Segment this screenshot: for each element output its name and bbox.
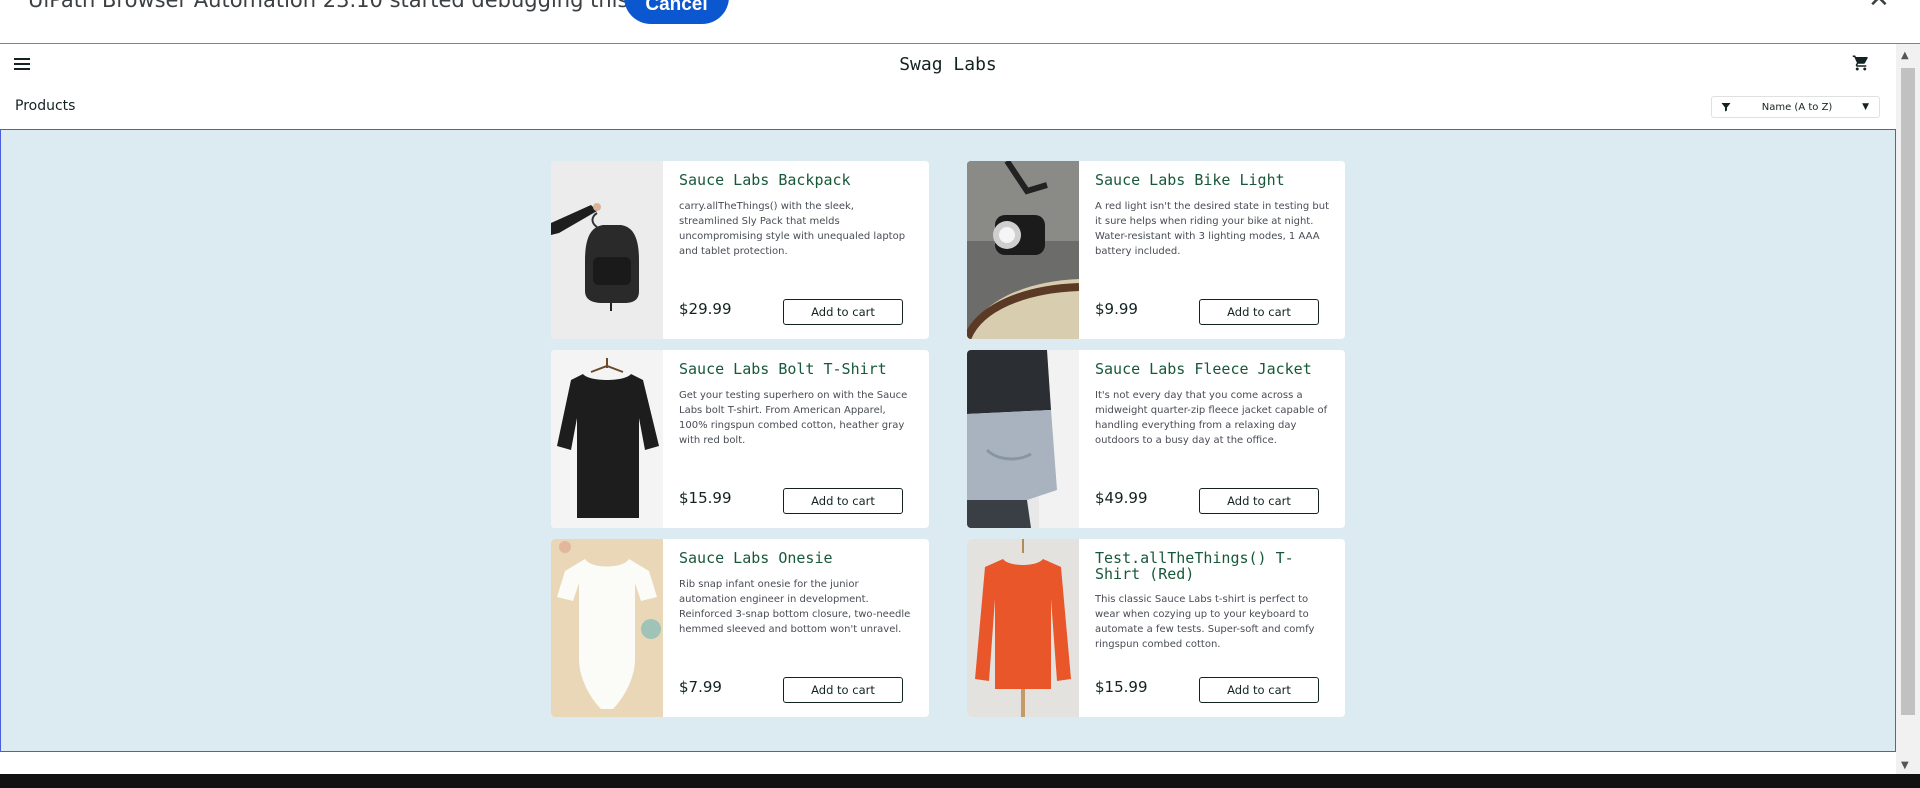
item-name-link[interactable]: Sauce Labs Fleece Jacket bbox=[1095, 361, 1331, 377]
inventory-item: Sauce Labs Bolt T-Shirt Get your testing… bbox=[551, 350, 929, 528]
backpack-product-image[interactable] bbox=[551, 161, 663, 339]
inventory-item: Sauce Labs Fleece Jacket It's not every … bbox=[967, 350, 1345, 528]
add-to-cart-button[interactable]: Add to cart bbox=[1199, 488, 1319, 514]
inventory-item: Sauce Labs Backpack carry.allTheThings()… bbox=[551, 161, 929, 339]
add-to-cart-button[interactable]: Add to cart bbox=[1199, 299, 1319, 325]
infobar-cancel-button[interactable]: Cancel bbox=[624, 0, 729, 24]
item-name-link[interactable]: Sauce Labs Bike Light bbox=[1095, 172, 1331, 188]
inventory-item: Test.allTheThings() T-Shirt (Red) This c… bbox=[967, 539, 1345, 717]
add-to-cart-button[interactable]: Add to cart bbox=[783, 299, 903, 325]
filter-icon bbox=[1721, 103, 1731, 112]
item-name-link[interactable]: Test.allTheThings() T-Shirt (Red) bbox=[1095, 550, 1331, 582]
add-to-cart-button[interactable]: Add to cart bbox=[783, 488, 903, 514]
item-description: carry.allTheThings() with the sleek, str… bbox=[679, 201, 906, 257]
scroll-down-icon[interactable]: ▼ bbox=[1901, 760, 1909, 771]
debug-infobar: UiPath Browser Automation 23.10 started … bbox=[0, 0, 1920, 44]
add-to-cart-button[interactable]: Add to cart bbox=[783, 677, 903, 703]
app-header: Swag Labs Products Name (A to Z) ▼ bbox=[0, 44, 1896, 130]
fleece-jacket-product-image[interactable] bbox=[967, 350, 1079, 528]
item-price: $49.99 bbox=[1095, 489, 1148, 507]
item-name-link[interactable]: Sauce Labs Bolt T-Shirt bbox=[679, 361, 915, 377]
sort-selected-value: Name (A to Z) bbox=[1761, 101, 1833, 113]
item-price: $9.99 bbox=[1095, 300, 1138, 318]
item-name-link[interactable]: Sauce Labs Onesie bbox=[679, 550, 915, 566]
item-price: $15.99 bbox=[679, 489, 732, 507]
inventory-item: Sauce Labs Bike Light A red light isn't … bbox=[967, 161, 1345, 339]
bottom-edge bbox=[0, 774, 1920, 788]
bolt-tshirt-product-image[interactable] bbox=[551, 350, 663, 528]
item-description: Rib snap infant onesie for the junior au… bbox=[679, 579, 911, 635]
item-description: It's not every day that you come across … bbox=[1095, 390, 1328, 446]
inventory-item: Sauce Labs Onesie Rib snap infant onesie… bbox=[551, 539, 929, 717]
item-description: A red light isn't the desired state in t… bbox=[1095, 201, 1330, 257]
item-description: This classic Sauce Labs t-shirt is perfe… bbox=[1095, 594, 1315, 650]
item-price: $15.99 bbox=[1095, 678, 1148, 696]
item-price: $29.99 bbox=[679, 300, 732, 318]
item-description: Get your testing superhero on with the S… bbox=[679, 390, 908, 446]
chevron-down-icon: ▼ bbox=[1862, 102, 1869, 112]
item-name-link[interactable]: Sauce Labs Backpack bbox=[679, 172, 915, 188]
red-tshirt-product-image[interactable] bbox=[967, 539, 1079, 717]
scroll-up-icon[interactable]: ▲ bbox=[1901, 50, 1909, 61]
sort-dropdown[interactable]: Name (A to Z) ▼ bbox=[1711, 96, 1880, 118]
inventory-container: Sauce Labs Backpack carry.allTheThings()… bbox=[0, 129, 1896, 752]
shopping-cart-icon[interactable] bbox=[1852, 54, 1872, 74]
bike-light-product-image[interactable] bbox=[967, 161, 1079, 339]
page-title: Products bbox=[15, 98, 76, 114]
add-to-cart-button[interactable]: Add to cart bbox=[1199, 677, 1319, 703]
infobar-message: UiPath Browser Automation 23.10 started … bbox=[28, 0, 720, 12]
item-price: $7.99 bbox=[679, 678, 722, 696]
app-logo: Swag Labs bbox=[899, 54, 997, 75]
close-icon[interactable]: ✕ bbox=[1868, 0, 1890, 12]
onesie-product-image[interactable] bbox=[551, 539, 663, 717]
page-scrollbar[interactable]: ▲ ▼ bbox=[1896, 44, 1920, 774]
scrollbar-thumb[interactable] bbox=[1901, 68, 1915, 715]
